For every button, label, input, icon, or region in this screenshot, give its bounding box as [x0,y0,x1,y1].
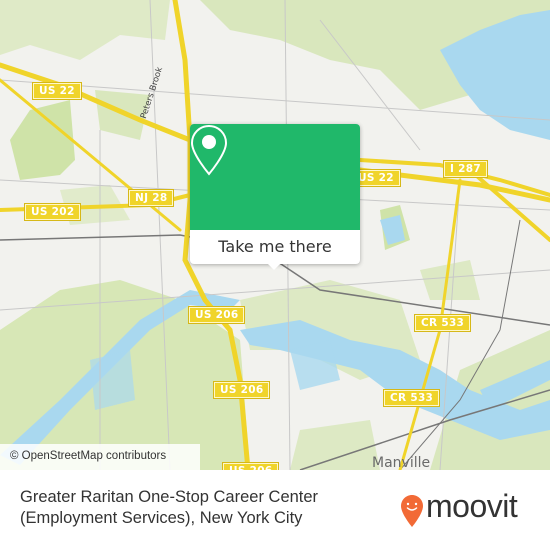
moovit-wordmark: moovit [426,488,518,524]
footer: Greater Raritan One-Stop Career Center (… [0,470,550,550]
popup-pointer [266,262,282,270]
place-title: Greater Raritan One-Stop Career Center (… [20,487,360,529]
place-label-manville: Manville [372,455,431,470]
road-shield-us206: US 206 [221,462,280,470]
road-shield-nj28: NJ 28 [127,189,175,207]
map-view[interactable]: US 22 US 22 I 287 NJ 28 US 202 US 206 US… [0,0,550,470]
take-me-there-button[interactable]: Take me there [190,230,360,264]
map-attribution[interactable]: © OpenStreetMap contributors [0,444,200,470]
road-shield-us22: US 22 [32,82,82,100]
road-shield-i287: I 287 [443,160,488,178]
place-title-line2: (Employment Services), New York City [20,509,303,527]
location-popup: Take me there [190,124,360,270]
road-shield-cr533: CR 533 [382,389,441,407]
place-title-line1: Greater Raritan One-Stop Career Center [20,488,319,506]
road-shield-us202: US 202 [23,203,82,221]
popup-header [190,124,360,230]
location-pin-icon [190,124,228,176]
road-shield-cr533: CR 533 [413,314,472,332]
road-shield-us206: US 206 [212,381,271,399]
moovit-pin-icon [401,495,423,527]
road-shield-us206: US 206 [187,306,246,324]
